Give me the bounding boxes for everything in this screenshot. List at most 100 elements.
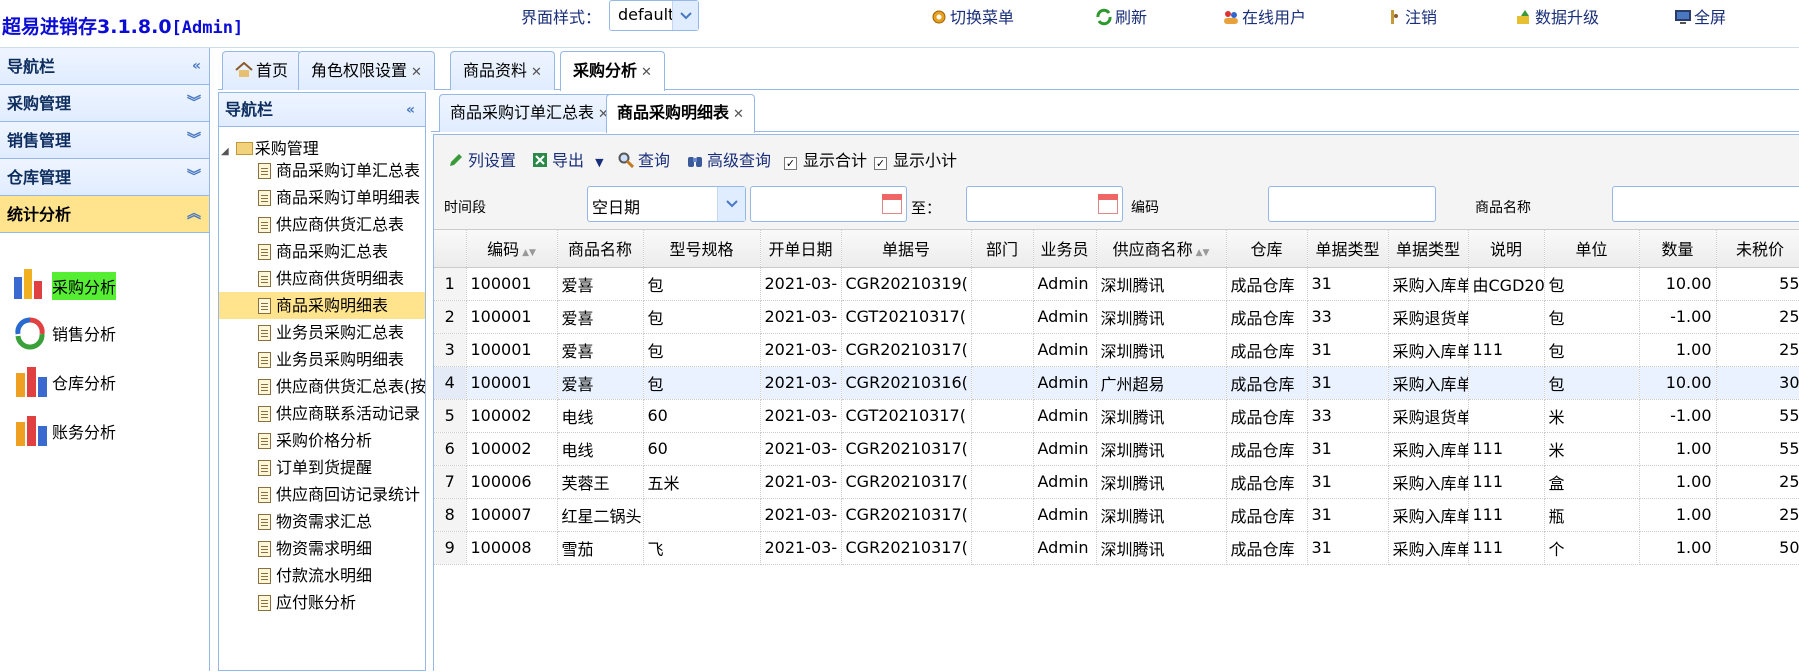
tree-item[interactable]: 商品采购汇总表: [258, 238, 425, 265]
period-select[interactable]: 空日期: [587, 186, 746, 222]
table-row[interactable]: 2 100001 爱喜包 2021-03- CGT20210317(Admin 深圳腾讯成…: [434, 300, 1799, 334]
table-row[interactable]: 4 100001 爱喜包 2021-03- CGR20210316(Admin 广州超易成…: [434, 366, 1799, 400]
column-header[interactable]: 商品名称: [557, 230, 644, 268]
tree-item[interactable]: 供应商联系活动记录: [258, 400, 425, 427]
tab-purchase-analysis[interactable]: 采购分析 ✕: [560, 51, 665, 91]
fullscreen-button[interactable]: 全屏: [1674, 4, 1726, 28]
switch-menu-button[interactable]: 切换菜单: [930, 4, 1014, 28]
calendar-icon[interactable]: [1098, 194, 1118, 214]
column-header[interactable]: 编码 ▲▼: [466, 230, 558, 268]
collapse-left-icon[interactable]: «: [406, 93, 415, 127]
end-date-input[interactable]: [966, 186, 1123, 222]
logout-label: 注销: [1405, 8, 1438, 27]
query-button[interactable]: 查询: [618, 147, 670, 171]
tree-item[interactable]: 供应商回访记录统计: [258, 481, 425, 508]
tree-item[interactable]: 物资需求汇总: [258, 508, 425, 535]
column-header[interactable]: 仓库: [1226, 230, 1308, 268]
table-row[interactable]: 5 100002 电线 60 2021-03- CGT20210317(Admin 深圳腾讯…: [434, 399, 1799, 433]
table-cell: 10.00: [1639, 366, 1717, 400]
close-icon[interactable]: ✕: [531, 65, 542, 80]
logout-button[interactable]: 注销: [1385, 4, 1437, 28]
tree-item[interactable]: 应付账分析: [258, 589, 425, 616]
chevron-double-down-icon[interactable]: ︾: [187, 122, 201, 159]
sort-icon[interactable]: ▲▼: [1196, 248, 1210, 258]
code-input[interactable]: [1268, 186, 1436, 222]
show-total-checkbox[interactable]: ✓ 显示合计: [784, 147, 867, 171]
column-header[interactable]: 未税价: [1716, 230, 1799, 268]
tab-home[interactable]: 首页: [222, 51, 302, 90]
sort-icon[interactable]: ▲▼: [522, 248, 536, 258]
online-users-button[interactable]: 在线用户: [1222, 4, 1306, 28]
tree-item[interactable]: 业务员采购明细表: [258, 346, 425, 373]
chevron-down-icon[interactable]: [717, 187, 745, 221]
close-icon[interactable]: ✕: [411, 65, 422, 80]
accordion-purchase[interactable]: 采购管理 ︾: [0, 85, 209, 122]
accordion-sales[interactable]: 销售管理 ︾: [0, 122, 209, 159]
calendar-icon[interactable]: [882, 194, 902, 214]
accordion-nav-header[interactable]: 导航栏 «: [0, 48, 209, 85]
accordion-warehouse[interactable]: 仓库管理 ︾: [0, 159, 209, 196]
accordion-statistics[interactable]: 统计分析 ︽: [0, 196, 209, 233]
table-row[interactable]: 6 100002 电线 60 2021-03- CGR20210317(Admin 深圳腾讯…: [434, 432, 1799, 466]
column-header[interactable]: 部门: [971, 230, 1034, 268]
column-header[interactable]: 数量: [1639, 230, 1717, 268]
theme-select[interactable]: default: [609, 0, 699, 31]
advanced-query-button[interactable]: 高级查询: [687, 147, 771, 171]
chevron-down-icon[interactable]: [672, 1, 698, 30]
start-date-input[interactable]: [750, 186, 907, 222]
column-header[interactable]: 单据号: [841, 230, 972, 268]
tree-item[interactable]: 商品采购明细表: [219, 292, 425, 319]
refresh-button[interactable]: 刷新: [1095, 4, 1147, 28]
tree-item[interactable]: 商品采购订单明细表: [258, 184, 425, 211]
chevron-double-down-icon[interactable]: ︾: [187, 159, 201, 196]
column-header[interactable]: 供应商名称 ▲▼: [1096, 230, 1227, 268]
tab-purchase-detail[interactable]: 商品采购明细表 ✕: [606, 94, 755, 133]
column-header[interactable]: 说明: [1468, 230, 1545, 268]
tree-item[interactable]: 供应商供货汇总表: [258, 211, 425, 238]
tab-order-summary[interactable]: 商品采购订单汇总表 ✕: [439, 94, 620, 132]
table-row[interactable]: 3 100001 爱喜包 2021-03- CGR20210317(Admin 深圳腾讯成…: [434, 333, 1799, 367]
checkbox-checked[interactable]: ✓: [874, 157, 887, 170]
table-cell: 100001: [466, 267, 558, 301]
collapse-left-icon[interactable]: «: [192, 48, 201, 85]
triangle-down-icon[interactable]: ◢: [221, 146, 229, 157]
chevron-double-up-icon[interactable]: ︽: [187, 196, 201, 233]
table-row[interactable]: 1 100001 爱喜包 2021-03- CGR20210319(Admin 深圳腾讯成…: [434, 267, 1799, 301]
tree-item[interactable]: 采购价格分析: [258, 427, 425, 454]
show-subtotal-checkbox[interactable]: ✓ 显示小计: [874, 147, 957, 171]
column-header[interactable]: 开单日期: [760, 230, 842, 268]
close-icon[interactable]: ✕: [641, 65, 652, 80]
close-icon[interactable]: ✕: [733, 107, 744, 122]
table-row[interactable]: 8 100007 红星二锅头 2021-03- CGR20210317(Admin 深圳腾…: [434, 498, 1799, 532]
tree-root-purchase[interactable]: ◢ 采购管理: [221, 135, 319, 159]
column-settings-button[interactable]: 列设置: [448, 147, 516, 171]
warehouse-analysis-item[interactable]: 仓库分析: [12, 361, 192, 401]
column-header[interactable]: 业务员: [1033, 230, 1097, 268]
tree-item[interactable]: 付款流水明细: [258, 562, 425, 589]
column-header[interactable]: 单位: [1544, 230, 1640, 268]
table-row[interactable]: 7 100006 芙蓉王 五米 2021-03- CGR20210317(Admin 深圳腾…: [434, 465, 1799, 499]
data-upgrade-button[interactable]: 数据升级: [1515, 4, 1599, 28]
column-header[interactable]: 单据类型: [1388, 230, 1469, 268]
sales-analysis-item[interactable]: 销售分析: [12, 312, 192, 352]
tab-product-info[interactable]: 商品资料 ✕: [450, 51, 555, 90]
product-name-input[interactable]: [1612, 186, 1799, 222]
tree-item[interactable]: 供应商供货汇总表(按: [258, 373, 425, 400]
column-header[interactable]: 单据类型: [1307, 230, 1389, 268]
table-cell: 成品仓库: [1226, 399, 1308, 433]
caret-down-icon[interactable]: ▼: [595, 156, 603, 169]
tree-item[interactable]: 商品采购订单汇总表: [258, 157, 425, 184]
table-row[interactable]: 9 100008 雪茄飞 2021-03- CGR20210317(Admin 深圳腾讯成…: [434, 531, 1799, 565]
tree-item[interactable]: 物资需求明细: [258, 535, 425, 562]
export-button[interactable]: 导出 ▼: [532, 147, 604, 171]
finance-analysis-item[interactable]: 账务分析: [12, 410, 192, 450]
chevron-double-down-icon[interactable]: ︾: [187, 85, 201, 122]
purchase-analysis-item[interactable]: 采购分析: [12, 263, 192, 303]
checkbox-checked[interactable]: ✓: [784, 157, 797, 170]
column-header[interactable]: 型号规格: [643, 230, 761, 268]
tree-item[interactable]: 供应商供货明细表: [258, 265, 425, 292]
tree-item[interactable]: 业务员采购汇总表: [258, 319, 425, 346]
tab-role-permissions[interactable]: 角色权限设置 ✕: [298, 51, 435, 90]
table-cell: [643, 498, 761, 532]
tree-item[interactable]: 订单到货提醒: [258, 454, 425, 481]
